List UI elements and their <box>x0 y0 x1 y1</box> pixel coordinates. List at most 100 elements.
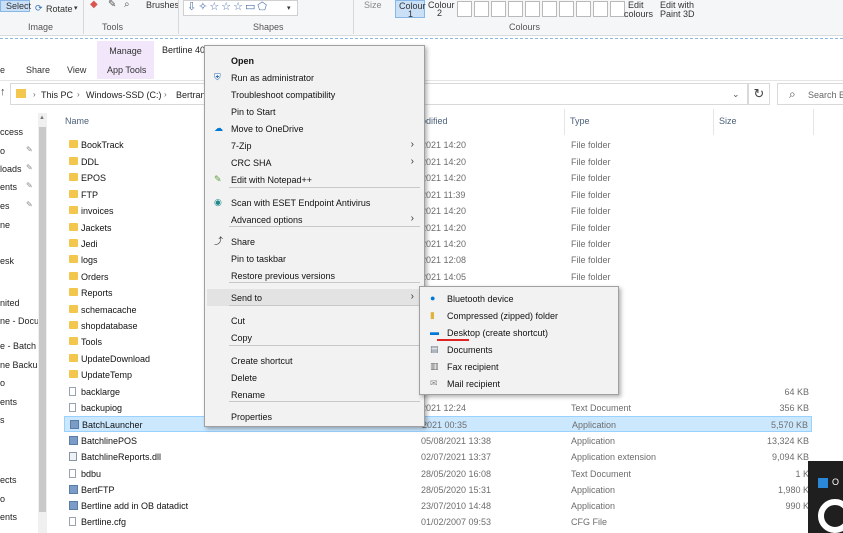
magnifier-icon[interactable]: ⌕ <box>124 0 130 10</box>
column-header-name[interactable]: Name <box>65 116 89 126</box>
colour-swatch[interactable] <box>525 1 540 17</box>
menu-item[interactable]: Pin to Start <box>207 103 422 120</box>
column-header-type[interactable]: Type <box>570 116 590 126</box>
nav-item[interactable]: s <box>0 415 5 425</box>
nav-item[interactable]: o <box>0 494 5 504</box>
nav-item[interactable]: ne Backu <box>0 360 38 370</box>
table-row[interactable]: Jackets 2021 14:20 File folder <box>64 220 812 236</box>
eraser-icon[interactable]: ◆ <box>90 0 98 10</box>
submenu-item[interactable]: ▥ Fax recipient <box>422 358 616 375</box>
nav-item[interactable]: o <box>0 146 5 156</box>
menu-item[interactable]: ⤴ Share <box>207 233 422 250</box>
menu-item[interactable]: Open <box>207 52 422 69</box>
nav-scrollbar[interactable]: ▲ <box>38 113 47 533</box>
table-row[interactable]: BookTrack 2021 14:20 File folder <box>64 137 812 153</box>
tab-home[interactable]: e <box>0 65 5 75</box>
breadcrumb-drive[interactable]: Windows-SSD (C:) <box>86 90 162 100</box>
nav-item[interactable]: ccess <box>0 127 23 137</box>
table-row[interactable]: BatchlineReports.dll 02/07/2021 13:37 Appl… <box>64 449 812 465</box>
column-divider[interactable] <box>564 109 565 135</box>
colour-picker-icon[interactable]: ✎ <box>108 0 116 10</box>
breadcrumb-folder[interactable]: Bertran <box>176 90 206 100</box>
column-divider[interactable] <box>813 109 814 135</box>
table-row[interactable]: backupiog 2021 12:24 Text Document 356 KB <box>64 400 812 416</box>
nav-item[interactable]: es <box>0 201 10 211</box>
tab-share[interactable]: Share <box>26 65 50 75</box>
nav-item[interactable]: nited <box>0 298 20 308</box>
breadcrumb-this-pc[interactable]: This PC <box>41 90 73 100</box>
nav-item[interactable]: e - Batch <box>0 341 36 351</box>
colour-swatch[interactable] <box>559 1 574 17</box>
tab-view[interactable]: View <box>67 65 86 75</box>
colour-swatch[interactable] <box>457 1 472 17</box>
menu-item[interactable]: ✎ Edit with Notepad++ <box>207 171 422 188</box>
shapes-icon[interactable]: ⇩✧☆☆☆▭⬠ <box>187 2 269 13</box>
nav-item[interactable]: ne <box>0 220 10 230</box>
menu-item[interactable]: Pin to taskbar <box>207 250 422 267</box>
table-row[interactable]: Bertline add in OB datadict 23/07/2010 14… <box>64 498 812 514</box>
table-row[interactable]: FTP 2021 11:39 File folder <box>64 187 812 203</box>
notification-corner[interactable]: O <box>808 461 843 533</box>
menu-item[interactable]: 7-Zip › <box>207 137 422 154</box>
size-button[interactable]: Size <box>364 0 382 10</box>
chevron-down-icon[interactable]: ▾ <box>287 4 291 14</box>
colour2-number[interactable]: 2 <box>437 8 442 18</box>
shapes-gallery[interactable]: ⇩✧☆☆☆▭⬠ <box>183 0 298 16</box>
submenu-item[interactable]: ✉ Mail recipient <box>422 375 616 392</box>
menu-item[interactable]: Copy <box>207 329 422 346</box>
nav-item[interactable]: esk <box>0 256 14 266</box>
table-row[interactable]: bdbu 28/05/2020 16:08 Text Document 1 K <box>64 466 812 482</box>
table-row[interactable]: BatchLauncher 2021 00:35 Application 5,570 … <box>64 416 812 432</box>
nav-item[interactable]: o <box>0 378 5 388</box>
table-row[interactable]: invoices 2021 14:20 File folder <box>64 203 812 219</box>
rotate-button[interactable]: Rotate <box>46 4 73 14</box>
menu-item[interactable]: Create shortcut <box>207 352 422 369</box>
scrollbar-thumb[interactable] <box>39 127 46 512</box>
menu-item[interactable]: Cut <box>207 312 422 329</box>
colour-swatch[interactable] <box>474 1 489 17</box>
table-row[interactable]: EPOS 2021 14:20 File folder <box>64 170 812 186</box>
menu-item[interactable]: ◉ Scan with ESET Endpoint Antivirus <box>207 194 422 211</box>
up-arrow-icon[interactable]: ↑ <box>0 86 6 98</box>
column-header-size[interactable]: Size <box>719 116 737 126</box>
menu-item[interactable]: Properties <box>207 408 422 425</box>
table-row[interactable]: Jedi 2021 14:20 File folder <box>64 236 812 252</box>
nav-item[interactable]: ents <box>0 512 17 522</box>
colour-swatch[interactable] <box>491 1 506 17</box>
chevron-down-icon[interactable]: ⌄ <box>732 89 740 100</box>
nav-item[interactable]: ents <box>0 182 17 192</box>
submenu-item[interactable]: ▤ Documents <box>422 341 616 358</box>
menu-item[interactable]: Troubleshoot compatibility <box>207 86 422 103</box>
refresh-button[interactable]: ↻ <box>748 83 770 105</box>
search-input[interactable]: ⌕ Search B <box>777 83 843 105</box>
colour-swatch[interactable] <box>508 1 523 17</box>
select-button[interactable]: Select <box>0 0 31 12</box>
table-row[interactable]: logs 2021 12:08 File folder <box>64 252 812 268</box>
nav-item[interactable]: loads <box>0 164 22 174</box>
table-row[interactable]: BatchlinePOS 05/08/2021 13:38 Application 1… <box>64 433 812 449</box>
colour-swatch[interactable] <box>610 1 625 17</box>
nav-item[interactable]: ne - Docu <box>0 316 39 326</box>
nav-item[interactable]: ects <box>0 475 17 485</box>
menu-item[interactable]: ⛨ Run as administrator <box>207 69 422 86</box>
tab-app-tools[interactable]: App Tools <box>107 65 146 75</box>
colour1-button[interactable]: Colour 1 <box>395 0 426 19</box>
menu-item[interactable]: CRC SHA › <box>207 154 422 171</box>
colour-swatch[interactable] <box>576 1 591 17</box>
table-row[interactable]: Orders 2021 14:05 File folder <box>64 269 812 285</box>
colour-swatch[interactable] <box>593 1 608 17</box>
menu-item[interactable]: Delete <box>207 369 422 386</box>
menu-item[interactable]: ☁ Move to OneDrive <box>207 120 422 137</box>
nav-item[interactable]: ents <box>0 397 17 407</box>
table-row[interactable]: Bertline.cfg 01/02/2007 09:53 CFG File <box>64 514 812 530</box>
submenu-item[interactable]: ▮ Compressed (zipped) folder <box>422 307 616 324</box>
table-row[interactable]: BertFTP 28/05/2020 15:31 Application 1,980 … <box>64 482 812 498</box>
table-row[interactable]: DDL 2021 14:20 File folder <box>64 154 812 170</box>
colour-swatch[interactable] <box>542 1 557 17</box>
column-divider[interactable] <box>713 109 714 135</box>
brushes-button[interactable]: Brushes <box>146 0 179 10</box>
submenu-item[interactable]: ● Bluetooth device <box>422 290 616 307</box>
scroll-up-icon[interactable]: ▲ <box>39 115 45 121</box>
cell-type: File folder <box>571 173 611 183</box>
menu-item[interactable]: Send to › <box>207 289 422 306</box>
